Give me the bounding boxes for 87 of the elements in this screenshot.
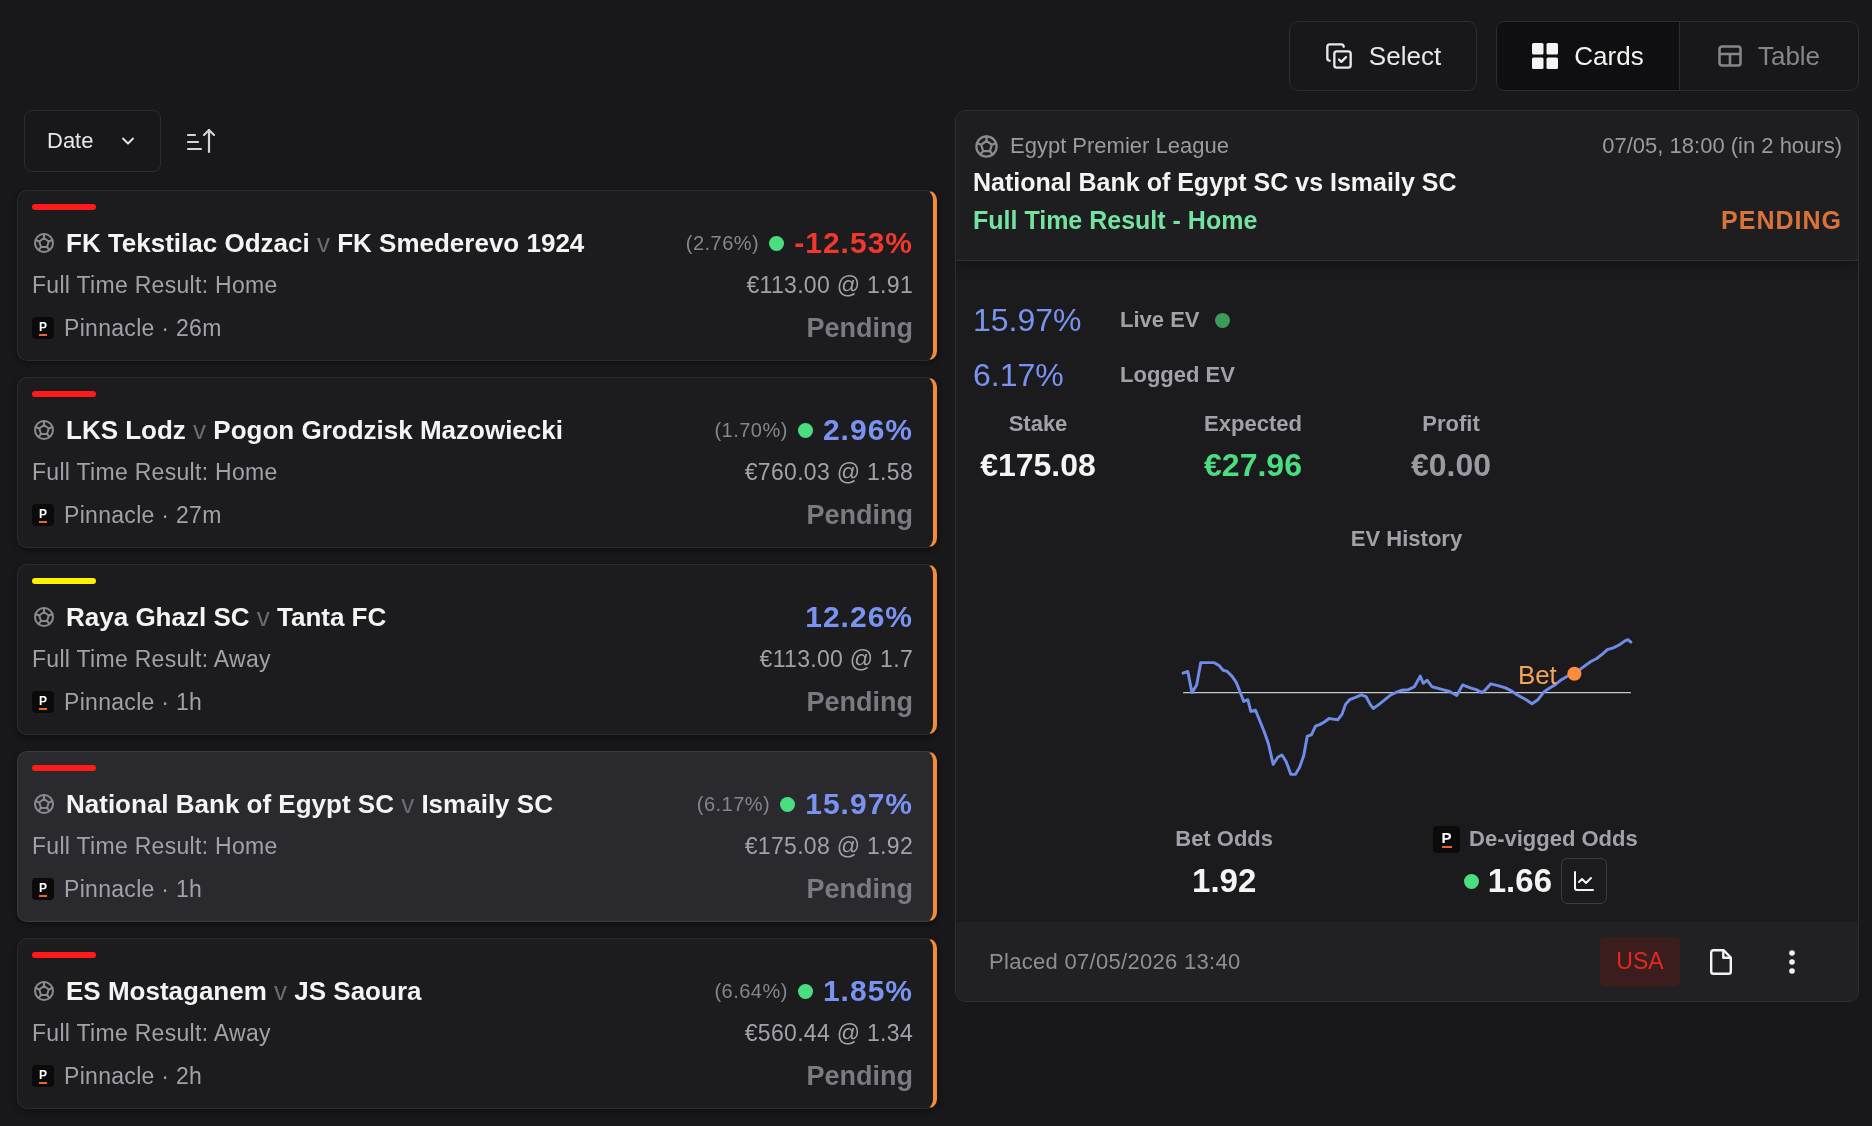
bet-card[interactable]: LKS Lodz v Pogon Grodzisk Mazowiecki (1.70%) 2.96% Full Time Result: Home €760.03 @ 1.58 P Pinnacle · 27m Pending (17, 377, 937, 548)
source-text: Pinnacle · 1h (64, 875, 203, 903)
grid-icon (1532, 43, 1559, 69)
status-text: Pending (806, 873, 913, 905)
bookmaker-logo: P (32, 1065, 54, 1087)
stat-value: €0.00 (1410, 446, 1492, 485)
stat-value: €175.08 (980, 446, 1096, 485)
ev-value: 6.17% (973, 356, 1065, 394)
football-icon (32, 418, 56, 442)
stat-label: Expected (1204, 410, 1302, 438)
football-icon (32, 231, 56, 255)
match-title: Raya Ghazl SC v Tanta FC (66, 601, 387, 633)
detail-match-title: National Bank of Egypt SC vs Ismaily SC (973, 166, 1458, 198)
ev-percentage: 15.97% (805, 787, 913, 821)
source-text: Pinnacle · 2h (64, 1062, 203, 1090)
odds-value: 1.66 (1487, 862, 1552, 900)
stat-value: €27.96 (1204, 446, 1302, 485)
document-icon (1710, 948, 1732, 975)
ev-percentage: 12.26% (805, 600, 913, 634)
view-tab[interactable]: Cards (1497, 22, 1680, 90)
bet-card[interactable]: Raya Ghazl SC v Tanta FC 12.26% Full Time Result: Away €113.00 @ 1.7 P Pinnacle · 1h Pending (17, 564, 937, 735)
bookmaker-logo: P (1433, 825, 1461, 853)
bookmaker-logo: P (32, 878, 54, 900)
source-text: Pinnacle · 27m (64, 501, 222, 529)
source-text: Pinnacle · 26m (64, 314, 222, 342)
select-button[interactable]: Select (1289, 21, 1477, 91)
status-text: Pending (806, 499, 913, 531)
football-icon (32, 792, 56, 816)
stake-odds-text: €113.00 @ 1.91 (746, 271, 913, 299)
market-text: Full Time Result: Home (32, 271, 278, 299)
stake-odds-text: €175.08 @ 1.92 (744, 832, 913, 860)
more-options-icon (1789, 949, 1795, 974)
odds-chart-button[interactable] (1561, 858, 1607, 904)
region-tag: USA (1600, 936, 1680, 987)
table-icon (1717, 45, 1742, 67)
match-title: FK Tekstilac Odzaci v FK Smederevo 1924 (66, 227, 585, 259)
ev-percentage: 1.85% (822, 974, 913, 1008)
match-title: ES Mostaganem v JS Saoura (66, 975, 422, 1007)
sort-dropdown[interactable]: Date (24, 110, 161, 172)
stake-odds-text: €760.03 @ 1.58 (744, 458, 913, 486)
stat-label: Stake (1008, 410, 1068, 438)
market-text: Full Time Result: Away (32, 645, 271, 673)
logged-ev-text: (1.70%) (714, 418, 788, 442)
bet-marker-icon (1566, 666, 1581, 681)
ev-percentage: 2.96% (822, 413, 913, 447)
placed-text: Placed 07/05/2026 13:40 (989, 948, 1241, 975)
bet-card[interactable]: FK Tekstilac Odzaci v FK Smederevo 1924 (2.76%) -12.53% Full Time Result: Home €113.00 @ 1.91 P Pinnacle · 26m Pending (17, 190, 937, 361)
logged-ev-text: (6.17%) (696, 792, 771, 816)
detail-market-text: Full Time Result - Home (973, 205, 1258, 235)
source-text: Pinnacle · 1h (64, 688, 203, 716)
kickoff-text: 07/05, 18:00 (in 2 hours) (1602, 133, 1842, 159)
stat-label: Profit (1422, 410, 1480, 438)
bet-card[interactable]: National Bank of Egypt SC v Ismaily SC (6.17%) 15.97% Full Time Result: Home €175.08 @ 1.92 P Pinnacle · 1h Pending (17, 751, 937, 922)
match-title: National Bank of Egypt SC v Ismaily SC (66, 788, 553, 820)
match-title: LKS Lodz v Pogon Grodzisk Mazowiecki (66, 414, 563, 446)
chart-title: EV History (1350, 525, 1463, 553)
line-chart-icon (1572, 869, 1596, 893)
odds-label: Bet Odds (1175, 825, 1274, 853)
bookmaker-logo: P (32, 317, 54, 339)
ev-value: 15.97% (973, 301, 1083, 339)
odds-label: De-vigged Odds (1469, 825, 1638, 853)
bet-marker-label: Bet (1517, 661, 1557, 690)
football-icon (973, 132, 1000, 160)
ev-label: Logged EV (1120, 361, 1235, 389)
bet-card[interactable]: ES Mostaganem v JS Saoura (6.64%) 1.85% Full Time Result: Away €560.44 @ 1.34 P Pinnacle · 2h Pending (17, 938, 937, 1109)
football-icon (32, 605, 56, 629)
detail-status-text: PENDING (1721, 205, 1842, 235)
stake-odds-text: €560.44 @ 1.34 (744, 1019, 913, 1047)
status-text: Pending (806, 1060, 913, 1092)
status-text: Pending (806, 686, 913, 718)
status-text: Pending (806, 312, 913, 344)
select-icon (1324, 42, 1353, 70)
market-text: Full Time Result: Home (32, 458, 278, 486)
ev-label: Live EV (1120, 306, 1200, 334)
view-tab[interactable]: Table (1680, 22, 1858, 90)
logged-ev-text: (6.64%) (714, 979, 788, 1003)
stake-odds-text: €113.00 @ 1.7 (759, 645, 913, 673)
football-icon (32, 979, 56, 1003)
sort-ascending-icon (187, 128, 215, 154)
market-text: Full Time Result: Home (32, 832, 278, 860)
league-text: Egypt Premier League (1010, 133, 1229, 159)
ev-percentage: -12.53% (794, 226, 913, 260)
market-text: Full Time Result: Away (32, 1019, 271, 1047)
bookmaker-logo: P (32, 691, 54, 713)
odds-value: 1.92 (1192, 862, 1257, 900)
logged-ev-text: (2.76%) (685, 231, 760, 255)
bookmaker-logo: P (32, 504, 54, 526)
